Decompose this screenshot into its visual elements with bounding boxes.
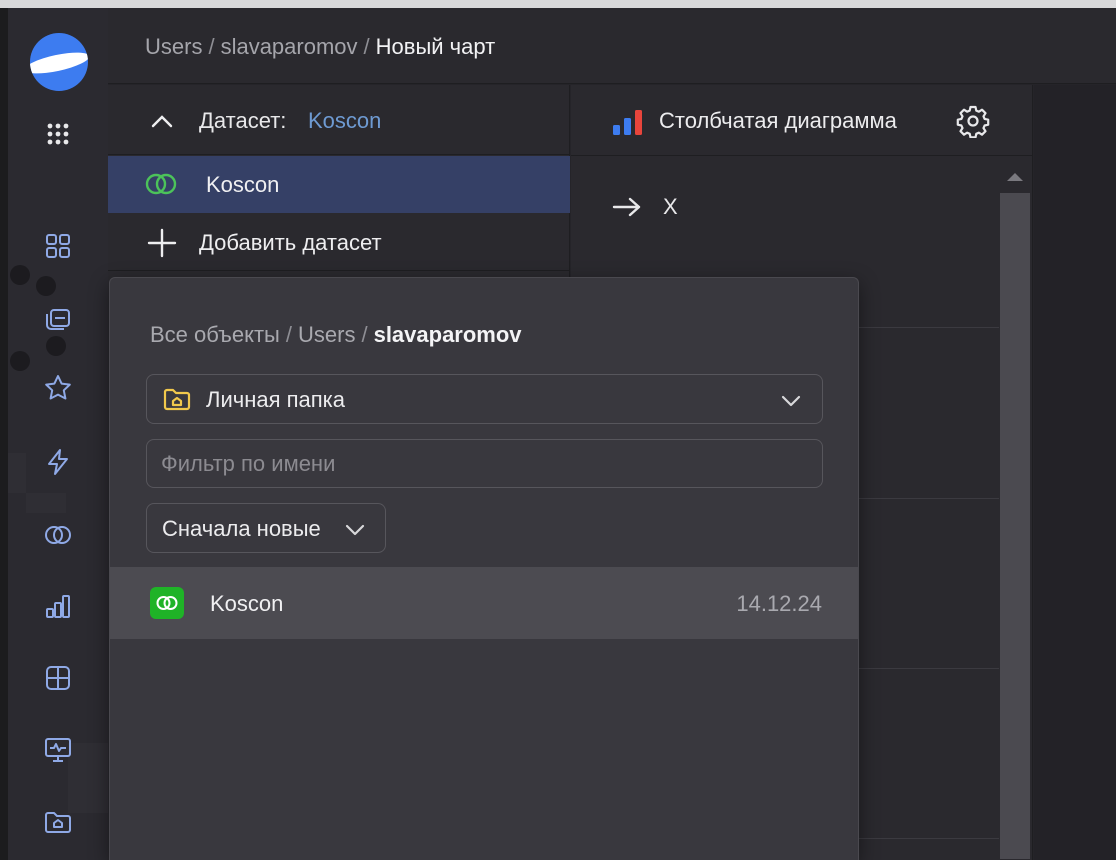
dataset-name: Koscon — [206, 172, 280, 197]
dataset-row[interactable]: Koscon 14.12.24 — [110, 567, 858, 639]
collection-icon[interactable] — [40, 300, 76, 336]
bar-chart-icon — [613, 110, 642, 135]
decor-dot — [10, 265, 30, 285]
dataset-picker-popup: Все объекты / Users / slavaparomov Личная па… — [109, 277, 859, 860]
dataset-icon — [145, 173, 177, 195]
table-icon[interactable] — [40, 660, 76, 696]
breadcrumb-item[interactable]: Все объекты — [150, 322, 280, 347]
breadcrumb-current: slavaparomov — [373, 322, 522, 347]
decor-square — [8, 453, 26, 493]
personal-folder-icon — [163, 388, 191, 411]
chevron-down-icon — [345, 524, 365, 536]
left-navigation — [8, 8, 108, 860]
dataset-row-name: Koscon — [210, 591, 284, 616]
decor-square — [26, 493, 66, 513]
decor-dot — [46, 336, 66, 356]
browser-top-strip — [0, 0, 1116, 8]
filter-by-name-input[interactable] — [146, 439, 823, 488]
sort-select[interactable]: Сначала новые — [146, 503, 386, 553]
chevron-down-icon — [781, 395, 801, 407]
star-icon[interactable] — [40, 370, 76, 406]
page-header: Users / slavaparomov / Новый чарт — [108, 8, 1116, 84]
arrow-right-icon — [612, 197, 641, 217]
breadcrumb-separator: / — [363, 34, 370, 59]
dataset-header[interactable]: Датасет: Koscon — [108, 85, 570, 155]
monitor-icon[interactable] — [40, 732, 76, 768]
chart-icon[interactable] — [40, 588, 76, 624]
dataset-icon[interactable] — [40, 517, 76, 553]
scrollbar[interactable] — [1000, 169, 1030, 859]
breadcrumb: Users / slavaparomov / Новый чарт — [145, 34, 495, 60]
visualization-header: Столбчатая диаграмма — [571, 85, 1033, 156]
apps-icon[interactable] — [40, 116, 76, 152]
scroll-up-arrow[interactable] — [1007, 173, 1023, 181]
dataset-icon — [150, 587, 184, 619]
breadcrumb-current: Новый чарт — [375, 34, 496, 59]
breadcrumb-item[interactable]: Users — [145, 34, 202, 59]
grid-icon[interactable] — [40, 228, 76, 264]
logo[interactable] — [30, 33, 88, 91]
decor-dot — [36, 276, 56, 296]
plus-icon — [147, 228, 177, 258]
folder-select[interactable]: Личная папка — [146, 374, 823, 424]
breadcrumb-item[interactable]: Users — [298, 322, 355, 347]
scrollbar-thumb[interactable] — [1000, 193, 1030, 859]
folder-icon[interactable] — [40, 804, 76, 840]
popup-breadcrumb: Все объекты / Users / slavaparomov — [150, 322, 522, 348]
breadcrumb-item[interactable]: slavaparomov — [221, 34, 358, 59]
x-axis-label: X — [663, 194, 678, 219]
preview-area — [1034, 85, 1116, 860]
visualization-type[interactable]: Столбчатая диаграмма — [659, 108, 897, 134]
dataset-list-item[interactable]: Koscon — [108, 156, 570, 213]
sort-select-value: Сначала новые — [162, 516, 321, 541]
breadcrumb-separator: / — [285, 322, 292, 347]
breadcrumb-separator: / — [361, 322, 368, 347]
dataset-value[interactable]: Koscon — [308, 108, 381, 134]
gear-icon[interactable] — [956, 104, 990, 138]
add-dataset-button[interactable]: Добавить датасет — [108, 214, 570, 271]
folder-select-value: Личная папка — [206, 387, 346, 412]
dataset-row-date: 14.12.24 — [736, 591, 822, 616]
add-dataset-label: Добавить датасет — [199, 230, 382, 255]
decor-dot — [10, 351, 30, 371]
chevron-up-icon[interactable] — [148, 107, 176, 135]
breadcrumb-separator: / — [208, 34, 215, 59]
window-left-edge — [0, 8, 8, 860]
dataset-label: Датасет: — [199, 108, 287, 133]
lightning-icon[interactable] — [40, 444, 76, 480]
